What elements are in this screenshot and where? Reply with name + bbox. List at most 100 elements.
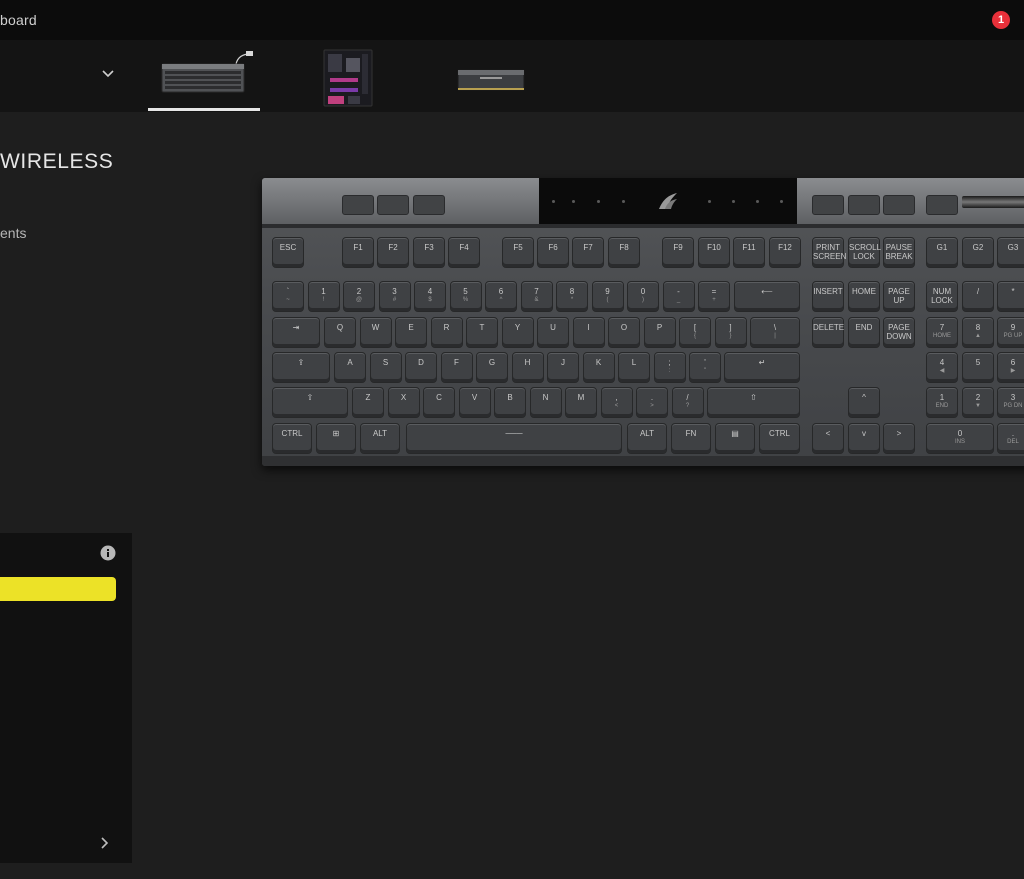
key-letter[interactable]: J bbox=[547, 352, 579, 383]
key-number[interactable]: 7 & bbox=[520, 281, 553, 312]
key-f5[interactable]: F5 bbox=[502, 237, 534, 268]
key-letter[interactable]: ' " bbox=[689, 352, 721, 383]
key-letter[interactable]: F bbox=[440, 352, 473, 383]
key-f10[interactable]: F10 bbox=[698, 237, 730, 268]
key-special[interactable]: PAUSE BREAK bbox=[883, 237, 915, 268]
key-nav[interactable]: DELETE bbox=[812, 317, 844, 348]
key-letter[interactable]: /? bbox=[671, 387, 704, 418]
key-numpad[interactable]: / bbox=[962, 281, 994, 312]
device-memory-thumbnail[interactable] bbox=[456, 66, 526, 94]
key-arrow[interactable]: v bbox=[848, 423, 880, 454]
key-enter[interactable]: ↵ bbox=[724, 352, 800, 383]
key-letter[interactable]: R bbox=[430, 317, 463, 348]
key-nav[interactable]: INSERT bbox=[812, 281, 844, 312]
media-stop-button[interactable] bbox=[812, 195, 844, 215]
key-letter[interactable]: I bbox=[572, 317, 605, 348]
key-letter[interactable]: , < bbox=[600, 387, 633, 418]
key-letter[interactable]: C bbox=[423, 387, 455, 418]
key-number[interactable]: 5% bbox=[449, 281, 482, 312]
notification-badge[interactable]: 1 bbox=[992, 11, 1010, 29]
device-motherboard-thumbnail[interactable] bbox=[322, 48, 374, 108]
key-nav[interactable]: PAGE UP bbox=[883, 281, 915, 312]
key-numpad[interactable]: 1 END bbox=[926, 387, 958, 418]
key-modifier[interactable]: ALT bbox=[360, 423, 400, 454]
key-letter[interactable]: [{ bbox=[679, 317, 711, 348]
key-number[interactable]: 2 @ bbox=[343, 281, 375, 312]
key-letter[interactable]: M bbox=[565, 387, 597, 418]
key-letter[interactable]: T bbox=[466, 317, 498, 348]
key-arrow[interactable]: > bbox=[883, 423, 915, 454]
key-shift-left[interactable]: ⇧ bbox=[272, 387, 348, 418]
key-numpad[interactable]: NUM LOCK bbox=[926, 281, 958, 312]
key-modifier[interactable]: FN bbox=[671, 423, 711, 454]
profile-button[interactable] bbox=[377, 195, 409, 215]
volume-wheel[interactable] bbox=[962, 196, 1024, 208]
key-letter[interactable]: X bbox=[387, 387, 420, 418]
device-keyboard-thumbnail[interactable] bbox=[158, 48, 254, 96]
key-f11[interactable]: F11 bbox=[733, 237, 765, 268]
key-number[interactable]: 6 ^ bbox=[485, 281, 517, 312]
key-number[interactable]: 9( bbox=[591, 281, 624, 312]
key-modifier[interactable]: ALT bbox=[627, 423, 667, 454]
key-arrow-up[interactable]: ^ bbox=[848, 387, 880, 418]
key-f6[interactable]: F6 bbox=[537, 237, 569, 268]
brightness-button[interactable] bbox=[342, 195, 374, 215]
key-f3[interactable]: F3 bbox=[413, 237, 445, 268]
key-letter[interactable]: N bbox=[529, 387, 562, 418]
key-f2[interactable]: F2 bbox=[377, 237, 409, 268]
key-letter[interactable]: B bbox=[494, 387, 526, 418]
mute-button[interactable] bbox=[926, 195, 958, 215]
key-numpad[interactable]: 9 PG UP bbox=[997, 317, 1024, 348]
keyboard-render[interactable]: ESC F1 F2 F3 F4 F5 F6 F7 F8 F9 F10 F11 F12 PRINT SCRE… bbox=[262, 178, 1024, 466]
selected-layer-bar[interactable] bbox=[0, 577, 116, 601]
windows-lock-button[interactable] bbox=[413, 195, 445, 215]
key-letter[interactable]: D bbox=[405, 352, 437, 383]
key-modifier[interactable]: ─── bbox=[406, 423, 622, 454]
key-letter[interactable]: W bbox=[359, 317, 392, 348]
nav-item-settings[interactable]: ents bbox=[0, 225, 26, 241]
key-letter[interactable]: S bbox=[369, 352, 402, 383]
key-numpad[interactable]: 2 ▼ bbox=[962, 387, 994, 418]
key-numpad[interactable]: 4 ◀ bbox=[926, 352, 958, 383]
media-next-button[interactable] bbox=[883, 195, 915, 215]
key-letter[interactable]: . > bbox=[636, 387, 668, 418]
key-numpad[interactable]: 7 HOME bbox=[926, 317, 958, 348]
key-number[interactable]: 1! bbox=[307, 281, 340, 312]
key-numpad[interactable]: 6 ▶ bbox=[997, 352, 1024, 383]
key-macro[interactable]: G3 bbox=[997, 237, 1024, 268]
chevron-down-icon[interactable] bbox=[101, 68, 115, 80]
key-numpad[interactable]: 8 ▲ bbox=[962, 317, 994, 348]
key-letter[interactable]: E bbox=[395, 317, 427, 348]
key-number[interactable]: 4 $ bbox=[414, 281, 446, 312]
key-f4[interactable]: F4 bbox=[448, 237, 480, 268]
key-arrow[interactable]: < bbox=[812, 423, 844, 454]
key-number[interactable]: = + bbox=[698, 281, 730, 312]
chevron-right-icon[interactable] bbox=[99, 836, 111, 850]
key-modifier[interactable]: ⊞ bbox=[316, 423, 356, 454]
key-backslash[interactable]: \ | bbox=[750, 317, 800, 348]
key-number[interactable]: 3 # bbox=[378, 281, 411, 312]
key-nav[interactable]: END bbox=[848, 317, 880, 348]
key-modifier[interactable]: ▤ bbox=[715, 423, 755, 454]
key-number[interactable]: - _ bbox=[662, 281, 695, 312]
key-nav[interactable]: PAGE DOWN bbox=[883, 317, 915, 348]
key-letter[interactable]: ]} bbox=[714, 317, 747, 348]
key-letter[interactable]: G bbox=[476, 352, 508, 383]
key-nav[interactable]: HOME bbox=[848, 281, 880, 312]
key-letter[interactable]: A bbox=[334, 352, 366, 383]
key-numpad[interactable]: * bbox=[997, 281, 1024, 312]
key-special[interactable]: SCROLL LOCK bbox=[848, 237, 881, 268]
key-f9[interactable]: F9 bbox=[662, 237, 694, 268]
key-caps-lock[interactable]: ⇪ bbox=[272, 352, 330, 383]
key-f7[interactable]: F7 bbox=[572, 237, 604, 268]
key-letter[interactable]: H bbox=[511, 352, 544, 383]
key-letter[interactable]: Y bbox=[501, 317, 534, 348]
key-letter[interactable]: P bbox=[643, 317, 676, 348]
key-backspace[interactable]: ⟵ bbox=[734, 281, 800, 312]
key-f8[interactable]: F8 bbox=[608, 237, 640, 268]
key-numpad[interactable]: 5 bbox=[962, 352, 994, 383]
key-macro[interactable]: G2 bbox=[962, 237, 994, 268]
key-letter[interactable]: U bbox=[537, 317, 569, 348]
key-letter[interactable]: V bbox=[458, 387, 491, 418]
key-letter[interactable]: K bbox=[582, 352, 615, 383]
